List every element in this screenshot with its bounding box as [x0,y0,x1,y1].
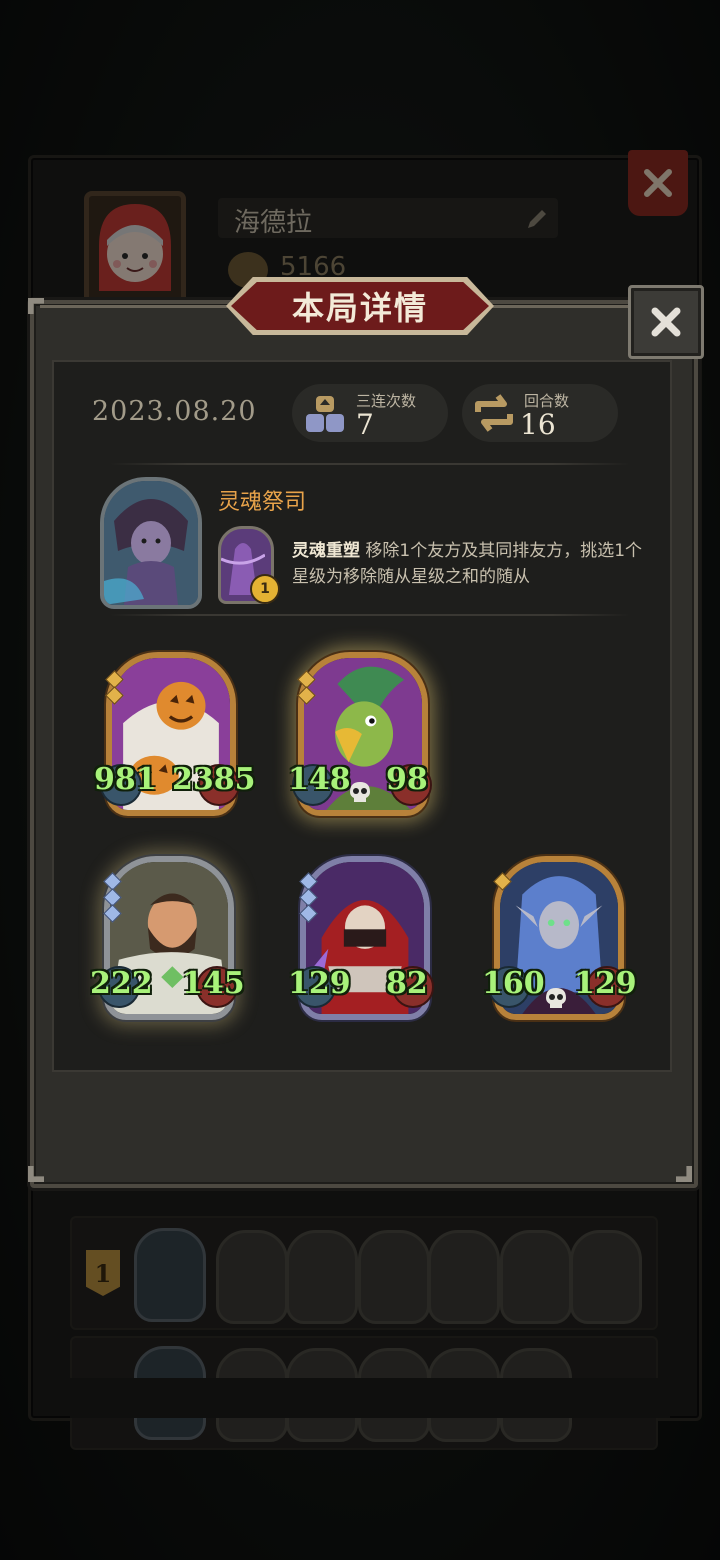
minion-health: 129 [574,966,637,1001]
triples-icon [304,392,346,436]
hero-portrait[interactable] [100,477,202,609]
minion-attack: 129 [288,966,351,1001]
hero-power-cost: 1 [250,574,280,604]
close-icon [651,307,681,337]
modal-title: 本局详情 [231,282,489,330]
minion-health: 145 [182,966,245,1001]
refresh-icon [472,392,516,434]
minion-health: 98 [386,762,428,797]
star-rating [493,872,512,891]
minion-health: 2385 [172,762,256,797]
match-date: 2023.08.20 [92,396,257,427]
title-rule-left [40,305,230,308]
minion-attack: 981 [94,762,157,797]
star-rating [103,872,122,923]
title-rule-right [490,305,630,308]
skull-icon [544,986,568,1010]
hero-power-text: 灵魂重塑 移除1个友方及其同排友方，挑选1个星级为移除随从星级之和的随从 [292,538,652,590]
triples-value: 7 [356,408,374,441]
divider [110,463,630,465]
minion-attack: 148 [288,762,351,797]
star-rating [105,670,124,705]
star-rating [299,872,318,923]
hero-power-name: 灵魂重塑 [292,541,360,561]
turns-value: 16 [520,408,556,441]
star-rating [297,670,316,705]
close-button[interactable] [628,285,704,359]
hero-name: 灵魂祭司 [218,490,307,515]
modal-title-banner: 本局详情 [226,277,494,335]
divider [110,614,630,616]
minion-health: 82 [386,966,428,1001]
skull-icon [348,780,372,804]
minion-attack: 222 [90,966,153,1001]
minion-attack: 160 [482,966,545,1001]
